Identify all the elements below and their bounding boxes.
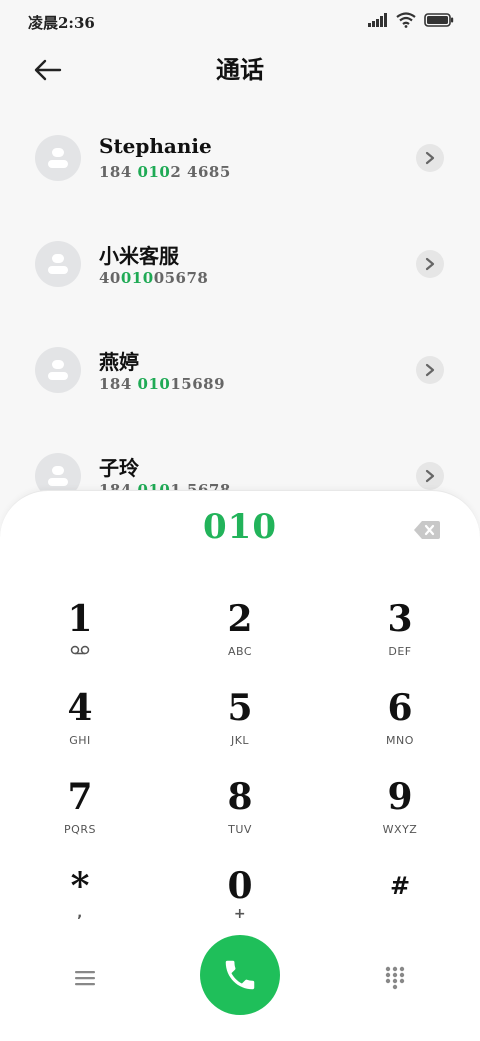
key-0[interactable]: 0 + [180,866,300,946]
contact-name: 子玲 [99,456,139,480]
wifi-icon [396,12,416,28]
avatar [35,241,81,287]
dialed-number: 010 [203,507,277,547]
key-letters: , [77,906,83,921]
phone-icon [225,960,255,990]
key-digit: 9 [387,776,413,818]
signal-icon [368,13,387,27]
contact-row[interactable]: 燕婷 184 01015689 [0,316,480,422]
dialpad-panel: 010 1 2 ABC 3 DEF 4 GHI 5 JKL 6 MNO 7 PQ… [0,490,480,1041]
number-match: 010 [137,163,171,181]
chevron-right-icon [425,363,435,377]
contact-detail-button[interactable] [416,356,444,384]
key-letters: ABC [227,645,253,658]
number-part: 184 [99,375,138,393]
key-4[interactable]: 4 GHI [20,688,140,768]
chevron-right-icon [425,151,435,165]
key-letters: WXYZ [382,823,418,836]
key-star[interactable]: * , [20,866,140,946]
menu-icon [75,971,95,986]
key-6[interactable]: 6 MNO [340,688,460,768]
key-9[interactable]: 9 WXYZ [340,777,460,857]
contact-number: 184 0102 4685 [99,163,231,181]
person-icon [48,254,68,274]
key-letters [20,645,140,658]
backspace-button[interactable] [413,519,441,541]
header: 通话 [0,44,480,96]
keypad-icon [385,966,405,990]
contact-detail-button[interactable] [416,144,444,172]
key-3[interactable]: 3 DEF [340,599,460,679]
key-digit: * [70,865,90,907]
avatar [35,347,81,393]
person-icon [48,360,68,380]
contact-row[interactable]: 小米客服 4001005678 [0,210,480,316]
contact-number: 4001005678 [99,269,208,287]
page-title: 通话 [216,55,264,84]
key-digit: 4 [67,687,93,729]
key-letters: PQRS [64,823,96,836]
status-time: 凌晨2:36 [28,14,95,32]
key-letters: TUV [228,823,252,836]
contact-detail-button[interactable] [416,462,444,490]
person-icon [48,148,68,168]
avatar [35,135,81,181]
person-icon [48,466,68,486]
keypad-toggle-button[interactable] [380,963,410,993]
number-part: 40 [99,269,121,287]
dialpad-actions [0,935,480,1025]
call-button[interactable] [200,935,280,1015]
key-letters: DEF [388,645,412,658]
menu-button[interactable] [70,963,100,993]
key-digit: 2 [227,598,253,640]
contact-name: 燕婷 [99,350,139,374]
key-digit: # [389,871,411,900]
voicemail-icon [70,645,90,655]
key-letters: + [233,906,247,922]
key-digit: 8 [227,776,253,818]
chevron-right-icon [425,469,435,483]
key-letters: GHI [69,734,91,747]
battery-icon [424,13,454,27]
key-2[interactable]: 2 ABC [180,599,300,679]
number-part: 2 4685 [170,163,231,181]
key-7[interactable]: 7 PQRS [20,777,140,857]
key-1[interactable]: 1 [20,599,140,679]
key-letters: MNO [386,734,414,747]
key-digit: 1 [67,598,93,640]
number-match: 010 [120,269,154,287]
key-hash[interactable]: # [340,866,460,946]
contact-name: 小米客服 [99,244,179,268]
number-match: 010 [137,375,171,393]
number-part: 15689 [170,375,226,393]
contact-detail-button[interactable] [416,250,444,278]
backspace-icon [414,521,440,539]
number-part: 05678 [153,269,209,287]
key-digit: 3 [387,598,413,640]
contact-row[interactable]: Stephanie 184 0102 4685 [0,104,480,210]
status-icons [368,12,454,28]
key-digit: 7 [67,776,93,818]
status-bar: 凌晨2:36 [0,0,480,44]
key-letters: JKL [230,734,250,747]
key-5[interactable]: 5 JKL [180,688,300,768]
number-part: 184 [99,163,138,181]
chevron-right-icon [425,257,435,271]
key-8[interactable]: 8 TUV [180,777,300,857]
contact-number: 184 01015689 [99,375,225,393]
key-digit: 0 [227,865,253,907]
contact-name: Stephanie [99,134,212,158]
key-digit: 5 [227,687,253,729]
key-digit: 6 [387,687,413,729]
